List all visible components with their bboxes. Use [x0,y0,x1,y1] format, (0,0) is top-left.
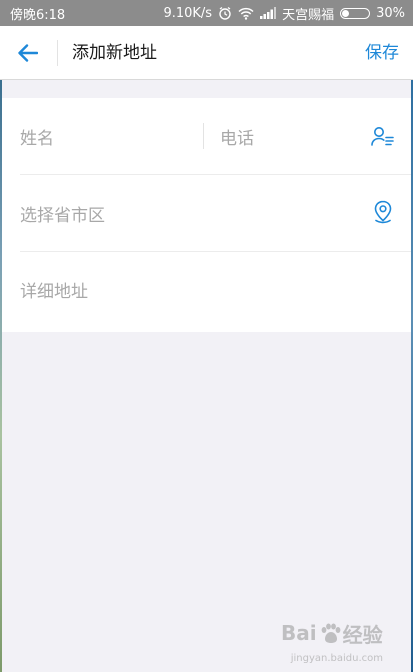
baidu-jingyan-watermark: Bai 经验 [281,618,385,648]
arrow-left-icon [18,44,38,62]
header-divider [57,40,58,66]
address-form: 姓名 电话 选择省市区 详细地址 [2,98,411,332]
address-row: 详细地址 [2,252,411,332]
background-edge-left [0,80,2,672]
contact-book-icon [371,127,394,146]
location-button[interactable] [368,197,398,227]
save-button[interactable]: 保存 [365,26,399,80]
battery-icon [340,7,371,19]
network-speed: 9.10K/s [163,5,213,21]
signal-icon [260,7,277,19]
alarm-icon [218,6,232,20]
back-button[interactable] [10,35,46,71]
watermark-suffix: 经验 [342,622,383,647]
wifi-icon [238,7,254,20]
watermark-url: jingyan.baidu.com [290,653,383,664]
field-separator [203,123,204,149]
page-title: 添加新地址 [72,43,157,63]
region-selector[interactable]: 选择省市区 [20,201,105,226]
paw-icon [321,623,341,643]
name-phone-row: 姓名 电话 [2,98,411,174]
status-time: 傍晚6:18 [10,7,66,23]
contact-picker-button[interactable] [368,121,398,151]
region-row[interactable]: 选择省市区 [2,175,411,251]
status-bar: 傍晚6:18 9.10K/s 天宫赐福 30% [0,0,413,26]
detail-address-input[interactable]: 详细地址 [20,277,88,302]
carrier-name: 天宫赐福 [282,7,335,23]
app-header: 添加新地址 保存 [0,26,413,80]
status-indicators: 9.10K/s 天宫赐福 30% [163,4,405,23]
location-pin-icon [374,200,392,224]
watermark-brand: Bai [281,621,317,645]
battery-percent: 30% [376,5,405,21]
phone-input[interactable]: 电话 [220,124,254,149]
name-input[interactable]: 姓名 [20,124,54,149]
